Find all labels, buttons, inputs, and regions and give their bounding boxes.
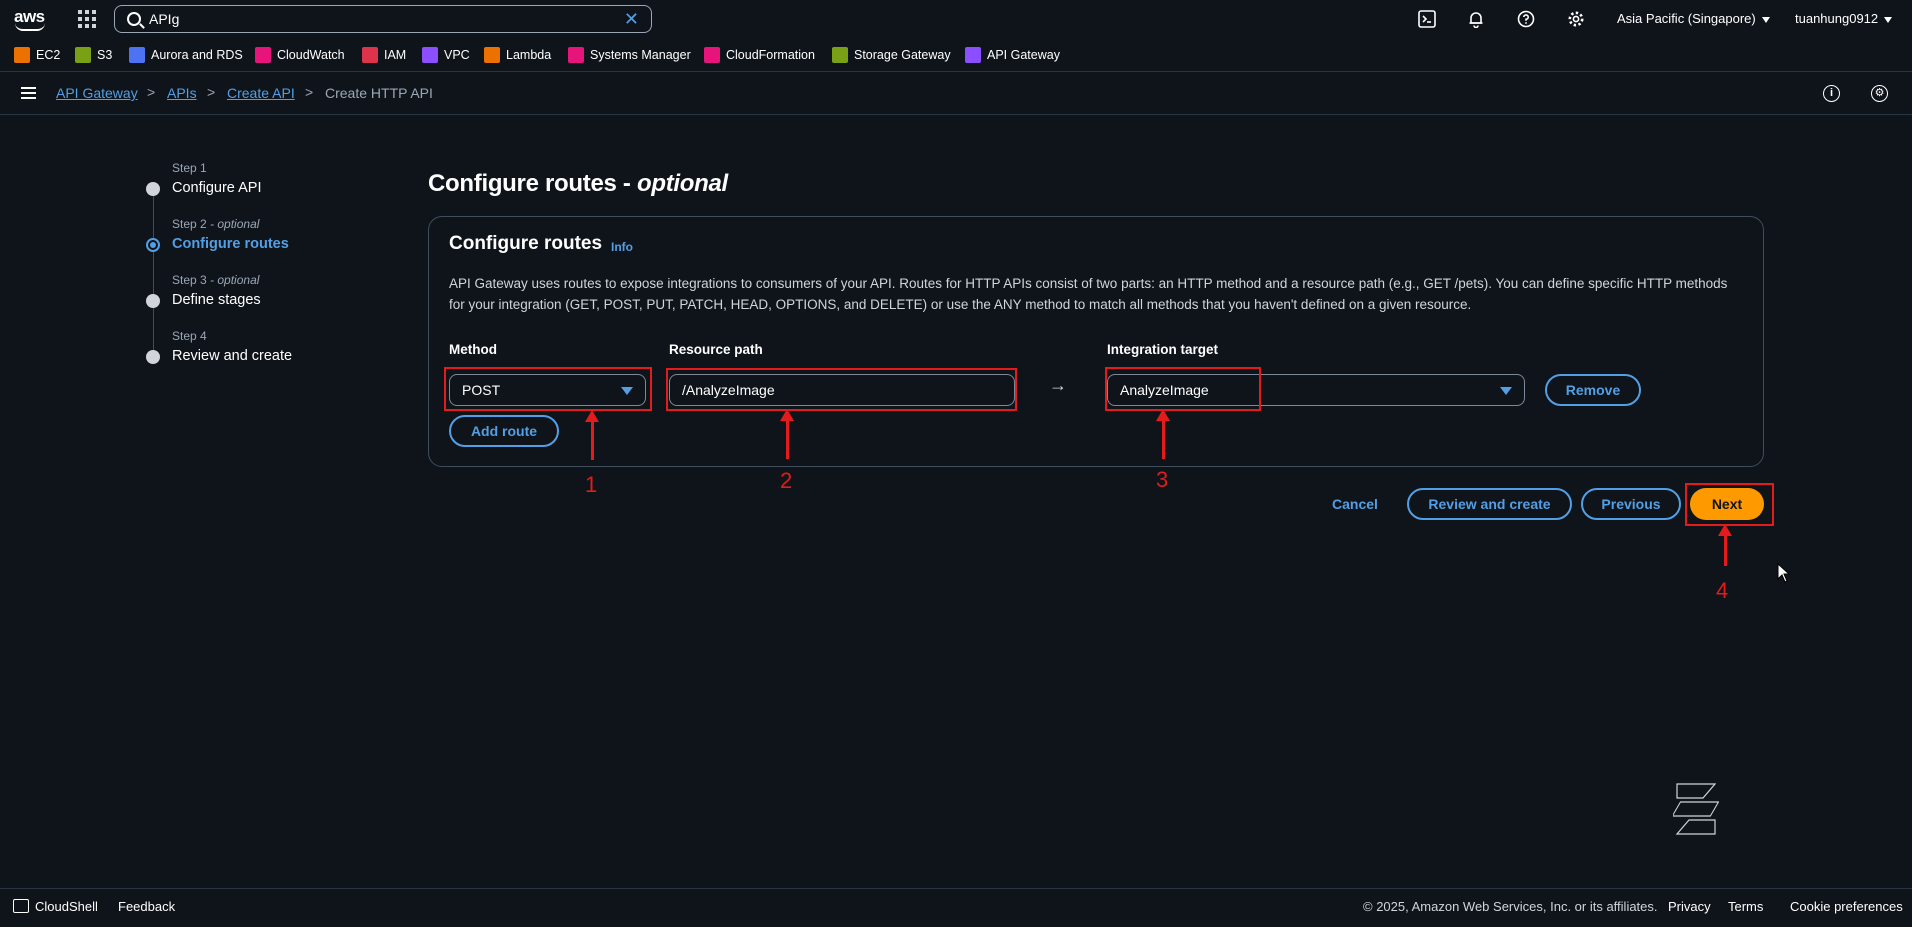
annotation-box-integration [1105, 367, 1261, 411]
routes-description: API Gateway uses routes to expose integr… [449, 276, 1728, 312]
vpc-icon [422, 47, 438, 63]
cloudwatch-icon [255, 47, 271, 63]
page-title: Configure routes - optional [428, 170, 728, 197]
top-navigation: aws ✕ Asia Pacific (Singapore) tuanhung0… [0, 0, 1912, 38]
step-4-label: Step 4 [172, 329, 207, 343]
breadcrumb-separator: > [207, 84, 216, 100]
notifications-bell-icon[interactable] [1466, 9, 1486, 29]
fav-aurora-rds[interactable]: Aurora and RDS [129, 46, 243, 64]
systems-manager-icon [568, 47, 584, 63]
annotation-box-method [444, 367, 652, 411]
security-shield-icon[interactable]: ⚙ [1871, 85, 1888, 102]
step-1-label: Step 1 [172, 161, 207, 175]
annotation-number-4: 4 [1716, 578, 1729, 603]
step-1-title[interactable]: Configure API [172, 180, 261, 196]
console-footer: CloudShell Feedback © 2025, Amazon Web S… [0, 888, 1912, 923]
breadcrumb-create-api[interactable]: Create API [227, 85, 295, 101]
iam-icon [362, 47, 378, 63]
step-3-label: Step 3 - optional [172, 273, 260, 287]
steps-connector [153, 188, 154, 358]
stacked-layers-icon [1673, 783, 1719, 835]
annotation-arrow-2 [780, 409, 794, 459]
step-3-title: Define stages [172, 292, 261, 308]
remove-route-button[interactable]: Remove [1545, 374, 1641, 406]
fav-s3[interactable]: S3 [75, 46, 112, 64]
search-box[interactable]: ✕ [114, 5, 652, 33]
help-icon[interactable] [1516, 9, 1536, 29]
annotation-arrow-1 [585, 410, 599, 460]
step-2-dot [146, 238, 160, 252]
method-label: Method [449, 342, 497, 357]
arrow-right-icon: → [1049, 375, 1067, 395]
favorites-bar: EC2 S3 Aurora and RDS CloudWatch IAM VPC… [0, 38, 1912, 72]
annotation-arrow-3 [1156, 409, 1170, 459]
api-gateway-icon [965, 47, 981, 63]
breadcrumb-separator: > [147, 84, 156, 100]
aws-logo[interactable]: aws [14, 7, 48, 31]
clear-search-icon[interactable]: ✕ [624, 10, 639, 28]
storage-gateway-icon [832, 47, 848, 63]
annotation-box-resource-path [666, 368, 1017, 411]
breadcrumb-separator: > [305, 84, 314, 100]
configure-routes-container: Configure routes Info API Gateway uses r… [428, 216, 1764, 467]
annotation-arrow-4 [1718, 524, 1732, 566]
info-link[interactable]: Info [611, 240, 633, 254]
region-selector[interactable]: Asia Pacific (Singapore) [1617, 11, 1770, 26]
annotation-number-1: 1 [585, 472, 598, 497]
resource-path-label: Resource path [669, 342, 763, 357]
cloudshell-icon [13, 899, 29, 913]
fav-cloudformation[interactable]: CloudFormation [704, 46, 815, 64]
cookie-preferences-link[interactable]: Cookie preferences [1790, 899, 1903, 914]
breadcrumb-apis[interactable]: APIs [167, 85, 197, 101]
add-route-button[interactable]: Add route [449, 415, 559, 447]
search-input[interactable] [149, 9, 599, 29]
account-menu[interactable]: tuanhung0912 [1795, 11, 1893, 26]
fav-iam[interactable]: IAM [362, 46, 406, 64]
services-grid-icon[interactable] [78, 10, 96, 28]
s3-icon [75, 47, 91, 63]
previous-button[interactable]: Previous [1581, 488, 1681, 520]
annotation-box-next [1685, 483, 1774, 526]
fav-ec2[interactable]: EC2 [14, 46, 60, 64]
breadcrumb-current: Create HTTP API [325, 85, 433, 101]
cloudformation-icon [704, 47, 720, 63]
breadcrumb-bar: API Gateway > APIs > Create API > Create… [0, 72, 1912, 115]
step-3-dot [146, 294, 160, 308]
container-title: Configure routes [449, 233, 603, 254]
terms-link[interactable]: Terms [1728, 899, 1763, 914]
fav-storage-gateway[interactable]: Storage Gateway [832, 46, 951, 64]
step-4-title: Review and create [172, 348, 293, 364]
annotation-number-3: 3 [1156, 467, 1169, 492]
step-4-dot [146, 350, 160, 364]
lambda-icon [484, 47, 500, 63]
fav-lambda[interactable]: Lambda [484, 46, 551, 64]
region-label: Asia Pacific (Singapore) [1617, 11, 1756, 26]
mouse-cursor-icon [1777, 563, 1791, 583]
ec2-icon [14, 47, 30, 63]
fav-vpc[interactable]: VPC [422, 46, 470, 64]
step-1-dot [146, 182, 160, 196]
rds-icon [129, 47, 145, 63]
privacy-link[interactable]: Privacy [1668, 899, 1711, 914]
step-2-title: Configure routes [172, 236, 289, 252]
step-2-label: Step 2 - optional [172, 217, 260, 231]
copyright-text: © 2025, Amazon Web Services, Inc. or its… [1363, 899, 1658, 914]
fav-systems-manager[interactable]: Systems Manager [568, 46, 691, 64]
fav-api-gateway[interactable]: API Gateway [965, 46, 1060, 64]
caret-down-icon [1500, 387, 1512, 395]
integration-target-label: Integration target [1107, 342, 1219, 357]
search-icon [127, 12, 141, 26]
info-panel-icon[interactable]: i [1823, 85, 1840, 102]
user-label: tuanhung0912 [1795, 11, 1879, 26]
review-and-create-button[interactable]: Review and create [1407, 488, 1572, 520]
feedback-link[interactable]: Feedback [118, 899, 175, 914]
menu-hamburger-icon[interactable] [21, 87, 36, 99]
cloudshell-icon[interactable] [1417, 9, 1437, 29]
cloudshell-link[interactable]: CloudShell [35, 899, 98, 914]
fav-cloudwatch[interactable]: CloudWatch [255, 46, 345, 64]
cancel-button[interactable]: Cancel [1325, 488, 1385, 520]
annotation-number-2: 2 [780, 468, 793, 493]
settings-gear-icon[interactable] [1566, 9, 1586, 29]
breadcrumb-api-gateway[interactable]: API Gateway [56, 85, 138, 101]
